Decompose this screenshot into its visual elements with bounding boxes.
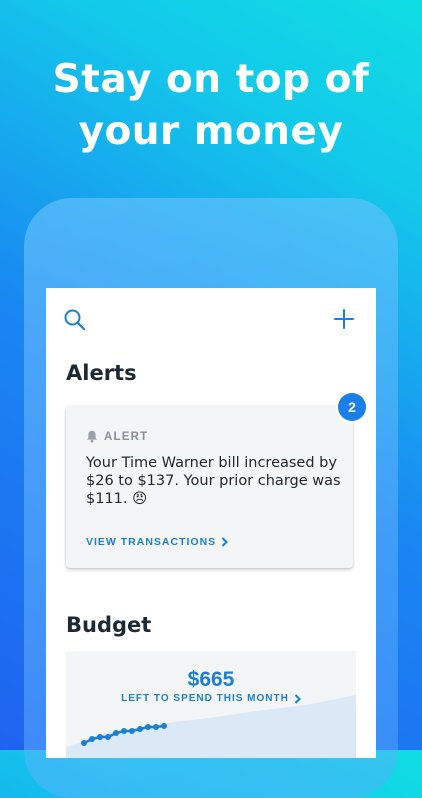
plus-icon[interactable] <box>332 307 356 331</box>
headline: Stay on top of your money <box>0 54 422 158</box>
alert-label: ALERT <box>86 430 148 443</box>
app-screen: Alerts ALERT Your Time Warner bill incre… <box>46 288 376 758</box>
left-to-spend-link[interactable]: LEFT TO SPEND THIS MONTH <box>66 693 356 704</box>
headline-line-2: your money <box>78 109 344 154</box>
search-icon[interactable] <box>63 308 87 332</box>
alerts-title: Alerts <box>66 361 137 385</box>
alert-count-badge: 2 <box>338 393 366 421</box>
view-transactions-link[interactable]: VIEW TRANSACTIONS <box>86 536 229 548</box>
budget-amount: $665 <box>187 668 235 691</box>
view-transactions-label: VIEW TRANSACTIONS <box>86 536 217 548</box>
chevron-right-icon <box>221 537 229 547</box>
budget-card[interactable]: $665 LEFT TO SPEND THIS MONTH <box>66 651 356 758</box>
headline-line-1: Stay on top of <box>52 57 370 102</box>
alert-label-text: ALERT <box>104 430 149 443</box>
budget-title: Budget <box>66 613 152 637</box>
left-to-spend-label: LEFT TO SPEND THIS MONTH <box>121 693 289 704</box>
bell-icon <box>87 430 97 443</box>
chevron-right-icon <box>294 693 301 704</box>
alert-card[interactable]: ALERT Your Time Warner bill increased by… <box>66 406 356 572</box>
alert-message: Your Time Warner bill increased by $26 t… <box>86 455 341 507</box>
